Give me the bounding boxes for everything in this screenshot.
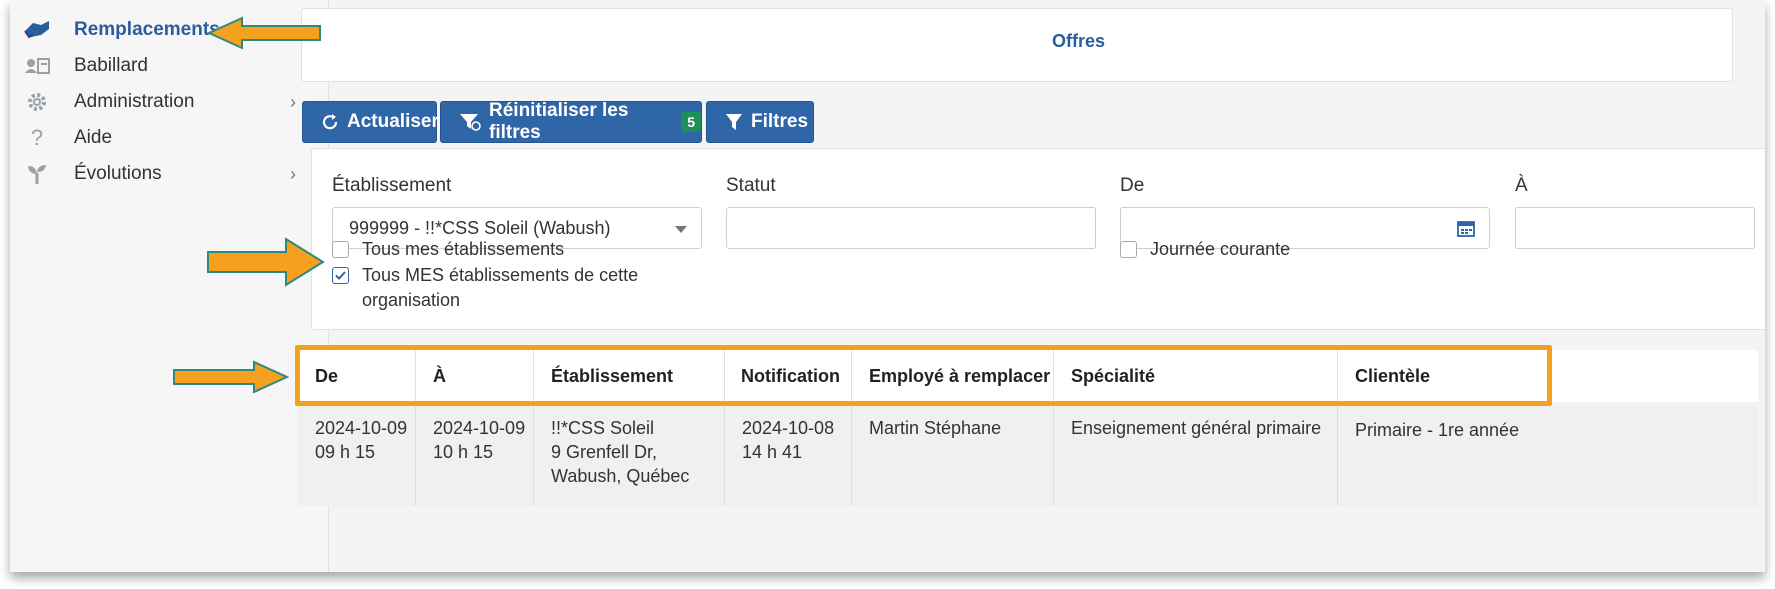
filter-reset-icon [459,113,481,131]
calendar-icon[interactable] [1457,219,1475,237]
arrow-right-icon [207,237,325,287]
establishment-select-value: 999999 - !!*CSS Soleil (Wabush) [349,218,611,238]
refresh-label: Actualiser [347,111,439,132]
refresh-icon [321,113,339,131]
sidebar-item-label: Administration [74,91,195,112]
sidebar-item-label: Remplacements [74,19,220,40]
cell-establishment-name: !!*CSS Soleil [551,418,655,438]
all-org-establishments-checkbox[interactable] [332,267,349,284]
gear-icon [22,88,52,116]
arrow-left-icon [206,16,321,50]
handshake-icon [22,16,52,44]
cell-employee: Martin Stéphane [852,406,1054,506]
filter-icon [725,113,743,131]
cell-to-date: 2024-10-09 [433,418,526,438]
id-card-icon [22,52,52,80]
today-checkbox[interactable] [1120,241,1137,258]
status-label: Statut [726,175,776,196]
reset-filters-label: Réinitialiser les filtres [489,100,629,143]
filters-button[interactable]: Filtres [706,101,814,143]
all-org-establishments-label: Tous MES établissements de cette organis… [362,263,638,313]
today-label: Journée courante [1150,239,1291,259]
sidebar-item-aide[interactable]: ? Aide [10,118,328,158]
cell-establishment-city: Wabush, Québec [551,466,690,486]
header-card: Offres [301,8,1733,82]
cell-from-time: 09 h 15 [315,442,376,462]
sidebar-item-babillard[interactable]: Babillard [10,46,328,86]
sidebar-item-label: Babillard [74,55,148,76]
checkmark-icon [335,271,346,280]
all-org-label-line1: Tous MES établissements de cette [362,265,639,285]
cell-to: 2024-10-09 10 h 15 [416,406,534,506]
cell-notification-date: 2024-10-08 [742,418,835,438]
chevron-right-icon: › [290,91,296,112]
question-icon: ? [30,125,44,150]
table-row[interactable]: 2024-10-09 09 h 15 2024-10-09 10 h 15 !!… [298,406,1758,506]
cell-notification: 2024-10-08 14 h 41 [725,406,852,506]
sidebar-item-administration[interactable]: Administration › [10,82,328,122]
cell-from-date: 2024-10-09 [315,418,408,438]
arrow-right-icon [173,360,290,394]
cell-establishment-address: 9 Grenfell Dr, [551,442,658,462]
establishment-label: Établissement [332,175,452,196]
cell-clientele: Primaire - 1re année [1355,420,1520,440]
cell-establishment: !!*CSS Soleil 9 Grenfell Dr, Wabush, Qué… [534,406,725,506]
cell-notification-time: 14 h 41 [742,442,803,462]
all-my-establishments-checkbox[interactable] [332,241,349,258]
sidebar-item-label: Aide [74,127,113,148]
header-highlight-box [295,345,1552,406]
cell-to-time: 10 h 15 [433,442,494,462]
status-input[interactable] [726,207,1096,249]
chevron-down-icon [675,226,687,233]
sidebar-item-label: Évolutions [74,163,162,184]
sidebar-item-evolutions[interactable]: Évolutions › [10,154,328,194]
chevron-right-icon: › [290,163,296,184]
refresh-button[interactable]: Actualiser [302,101,439,143]
cell-from: 2024-10-09 09 h 15 [298,406,416,506]
all-my-establishments-label: Tous mes établissements [362,239,565,259]
from-date-label: De [1120,175,1145,196]
to-date-input[interactable] [1515,207,1755,249]
reset-filters-button[interactable]: Réinitialiser les filtres 5 [440,100,702,143]
filter-count-badge: 5 [681,112,701,132]
to-date-label: À [1515,175,1528,196]
all-org-label-line2: organisation [362,290,461,310]
page-title: Offres [1052,31,1106,51]
filter-panel: Établissement 999999 - !!*CSS Soleil (Wa… [311,148,1765,330]
sprout-icon [22,160,52,188]
cell-specialty: Enseignement général primaire [1054,406,1338,506]
filters-label: Filtres [751,111,809,132]
